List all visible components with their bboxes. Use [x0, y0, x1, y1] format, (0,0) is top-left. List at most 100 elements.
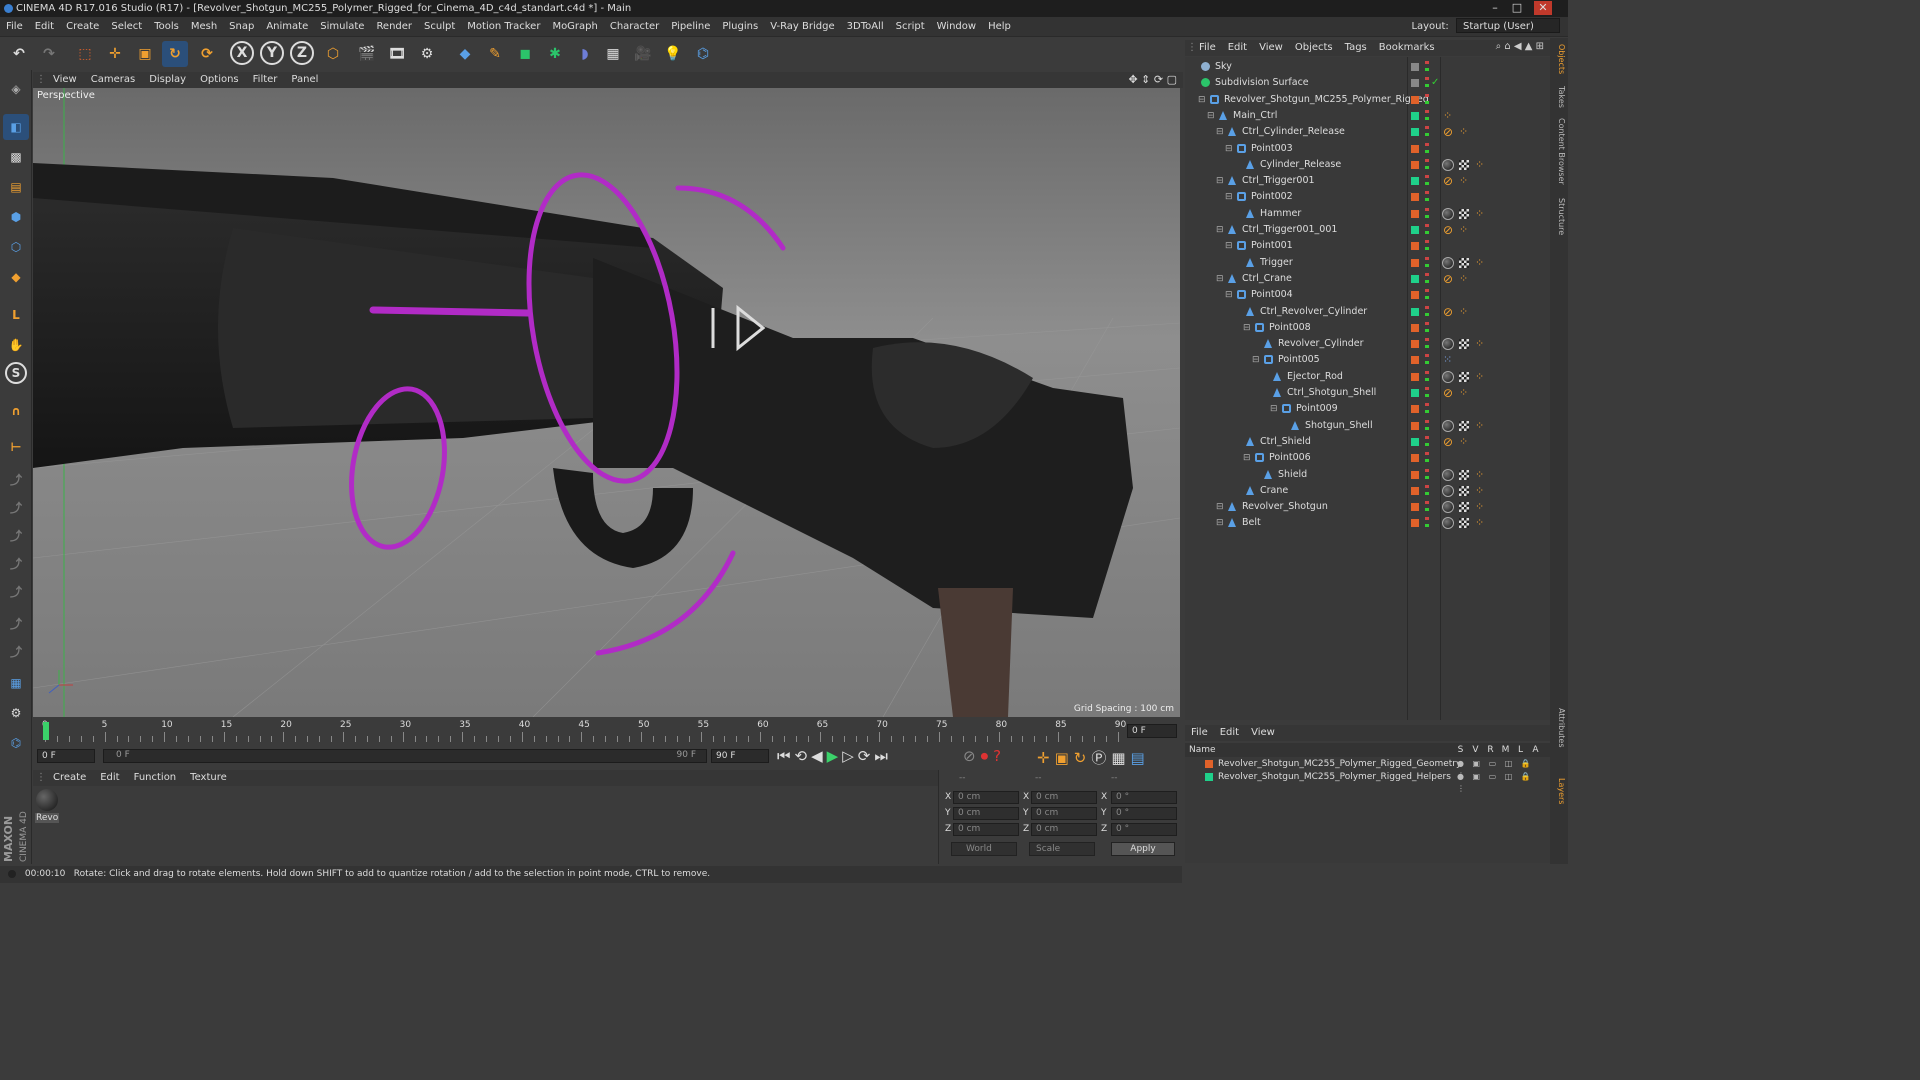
playhead[interactable] — [43, 722, 49, 740]
menu-mograph[interactable]: MoGraph — [546, 17, 603, 37]
keyframe-icon[interactable]: ⊘ — [963, 747, 981, 765]
material-tag-icon[interactable] — [1442, 370, 1454, 383]
prev-frame-icon[interactable]: ◀ — [811, 747, 827, 765]
ik-tag-icon[interactable]: ⊘ — [1443, 434, 1453, 450]
menu-help[interactable]: Help — [982, 17, 1017, 37]
menu-file[interactable]: File — [0, 17, 29, 37]
model-mode-icon[interactable]: ◧ — [3, 114, 29, 140]
material-menu-function[interactable]: Function — [127, 770, 184, 786]
right-tab-content-browser[interactable]: Content Browser — [1552, 118, 1566, 185]
object-row[interactable]: Shotgun_Shell ⁘ — [1185, 418, 1550, 434]
python-script-icon[interactable]: ⌬ — [3, 730, 29, 756]
right-tab-objects[interactable]: Objects — [1552, 44, 1566, 74]
snap-icon[interactable]: S — [5, 362, 27, 384]
visibility-dots-icon[interactable] — [1425, 191, 1429, 204]
record-icon[interactable]: ⏺ — [981, 747, 994, 765]
right-tab-takes[interactable]: Takes — [1552, 86, 1566, 108]
constraint-tag-icon[interactable]: ⁘ — [1459, 124, 1468, 140]
ik-tag-icon[interactable]: ⊘ — [1443, 271, 1453, 287]
menu-mesh[interactable]: Mesh — [185, 17, 223, 37]
visibility-dots-icon[interactable] — [1425, 272, 1429, 285]
close-button[interactable]: ✕ — [1534, 1, 1552, 15]
layer-menu-file[interactable]: File — [1185, 725, 1214, 741]
layer-menu-edit[interactable]: Edit — [1214, 725, 1245, 741]
object-row[interactable]: ⊟ Point003 — [1185, 141, 1550, 157]
timeline-ruler[interactable]: 051015202530354045505560657075808590 0 F — [33, 718, 1183, 746]
expand-toggle-icon[interactable]: ⊟ — [1198, 92, 1206, 108]
visibility-dots-icon[interactable] — [1425, 158, 1429, 171]
expand-toggle-icon[interactable]: ⊟ — [1225, 189, 1233, 205]
deformer-icon[interactable]: ◗ — [572, 41, 598, 67]
key-rotation-icon[interactable]: ↻ — [1074, 749, 1092, 767]
weight-tag-icon[interactable]: ⁘ — [1475, 336, 1484, 352]
object-row[interactable]: Revolver_Cylinder ⁘ — [1185, 336, 1550, 352]
viewport-menu-options[interactable]: Options — [193, 72, 246, 88]
start-frame-field[interactable]: 0 F — [37, 749, 95, 763]
move-icon[interactable]: ✛ — [102, 41, 128, 67]
magnet-icon[interactable]: ∩ — [3, 398, 29, 424]
viewport-menu-filter[interactable]: Filter — [246, 72, 285, 88]
weight-tag-icon[interactable]: ⁘ — [1475, 206, 1484, 222]
object-menu-objects[interactable]: Objects — [1289, 40, 1339, 56]
viewport-menu-panel[interactable]: Panel — [284, 72, 325, 88]
weight-tag-icon[interactable]: ⁘ — [1475, 483, 1484, 499]
uv-tag-icon[interactable] — [1459, 518, 1469, 529]
object-row[interactable]: ⊟ Revolver_Shotgun ⁘ — [1185, 499, 1550, 515]
weight-tag-icon[interactable]: ⁘ — [1475, 499, 1484, 515]
visibility-dots-icon[interactable] — [1425, 256, 1429, 269]
weight-tag-icon[interactable]: ⁘ — [1475, 157, 1484, 173]
object-row[interactable]: Ctrl_Revolver_Cylinder ⊘ ⁘ — [1185, 304, 1550, 320]
uv-tag-icon[interactable] — [1459, 159, 1469, 170]
visibility-dots-icon[interactable] — [1425, 435, 1429, 448]
object-row[interactable]: Crane ⁘ — [1185, 483, 1550, 499]
menu-tools[interactable]: Tools — [148, 17, 185, 37]
undo-icon[interactable]: ↶ — [6, 41, 32, 67]
y-axis-lock-icon[interactable]: Y — [260, 41, 284, 65]
object-row[interactable]: ⊟ Point009 — [1185, 401, 1550, 417]
visibility-dots-icon[interactable] — [1425, 224, 1429, 236]
menu-window[interactable]: Window — [931, 17, 982, 37]
layer-row[interactable]: Revolver_Shotgun_MC255_Polymer_Rigged_He… — [1185, 771, 1550, 793]
material-menu-create[interactable]: Create — [46, 770, 93, 786]
material-name[interactable]: Revo — [35, 813, 60, 823]
coord-position-y-field[interactable]: 0 cm — [953, 807, 1019, 820]
menu-snap[interactable]: Snap — [223, 17, 260, 37]
weight-tag-icon[interactable]: ⁘ — [1475, 467, 1484, 483]
object-row[interactable]: ⊟ Ctrl_Cylinder_Release ⊘ ⁘ — [1185, 124, 1550, 140]
constraint-tag-icon[interactable]: ⁘ — [1459, 173, 1468, 189]
visibility-dots-icon[interactable] — [1425, 387, 1429, 399]
visibility-dots-icon[interactable] — [1425, 61, 1429, 73]
constraint-tag-icon[interactable]: ⁘ — [1459, 271, 1468, 287]
render-picture-viewer-icon[interactable]: 🎞 — [384, 41, 410, 67]
visibility-dots-icon[interactable] — [1425, 517, 1429, 530]
object-row[interactable]: ⊟ Point005 ⁙ — [1185, 352, 1550, 368]
uv-tag-icon[interactable] — [1459, 208, 1469, 219]
expand-toggle-icon[interactable]: ⊟ — [1252, 352, 1260, 368]
object-row[interactable]: ⊟ Revolver_Shotgun_MC255_Polymer_Rigged — [1185, 92, 1550, 108]
play-icon[interactable]: ▶ — [827, 747, 843, 765]
material-tag-icon[interactable] — [1442, 207, 1454, 220]
layer-color-swatch[interactable] — [1205, 773, 1213, 781]
viewport-nav-icons[interactable]: ✥ ⇕ ⟳ ▢ — [1128, 73, 1177, 86]
visibility-dots-icon[interactable] — [1425, 370, 1429, 383]
auto-key-icon[interactable]: ? — [993, 747, 1006, 765]
pen-spline-icon[interactable]: ✎ — [482, 41, 508, 67]
expand-toggle-icon[interactable]: ⊟ — [1243, 320, 1251, 336]
material-menu-texture[interactable]: Texture — [183, 770, 234, 786]
key-pla-icon[interactable]: ▦ — [1111, 749, 1130, 767]
viewport-perspective[interactable]: Perspective Grid Spacing : 100 cm — [33, 88, 1180, 717]
coordinate-mode-dropdown[interactable]: World — [951, 842, 1017, 856]
constraint-tag-icon[interactable]: ⁘ — [1459, 434, 1468, 450]
layer-row[interactable]: Revolver_Shotgun_MC255_Polymer_Rigged_Ge… — [1185, 758, 1550, 780]
object-row[interactable]: Subdivision Surface ✓ — [1185, 75, 1550, 91]
object-row[interactable]: Ejector_Rod ⁘ — [1185, 369, 1550, 385]
menu-v-ray-bridge[interactable]: V-Ray Bridge — [764, 17, 840, 37]
weight-tag-icon[interactable]: ⁘ — [1475, 255, 1484, 271]
uv-tag-icon[interactable] — [1459, 469, 1469, 480]
redo-icon[interactable]: ↷ — [36, 41, 62, 67]
object-row[interactable]: ⊟ Point004 — [1185, 287, 1550, 303]
menu-plugins[interactable]: Plugins — [716, 17, 764, 37]
constraint-tag-icon[interactable]: ⁘ — [1459, 304, 1468, 320]
coord-position-x-field[interactable]: 0 cm — [953, 791, 1019, 804]
grid-icon[interactable]: ▦ — [3, 670, 29, 696]
